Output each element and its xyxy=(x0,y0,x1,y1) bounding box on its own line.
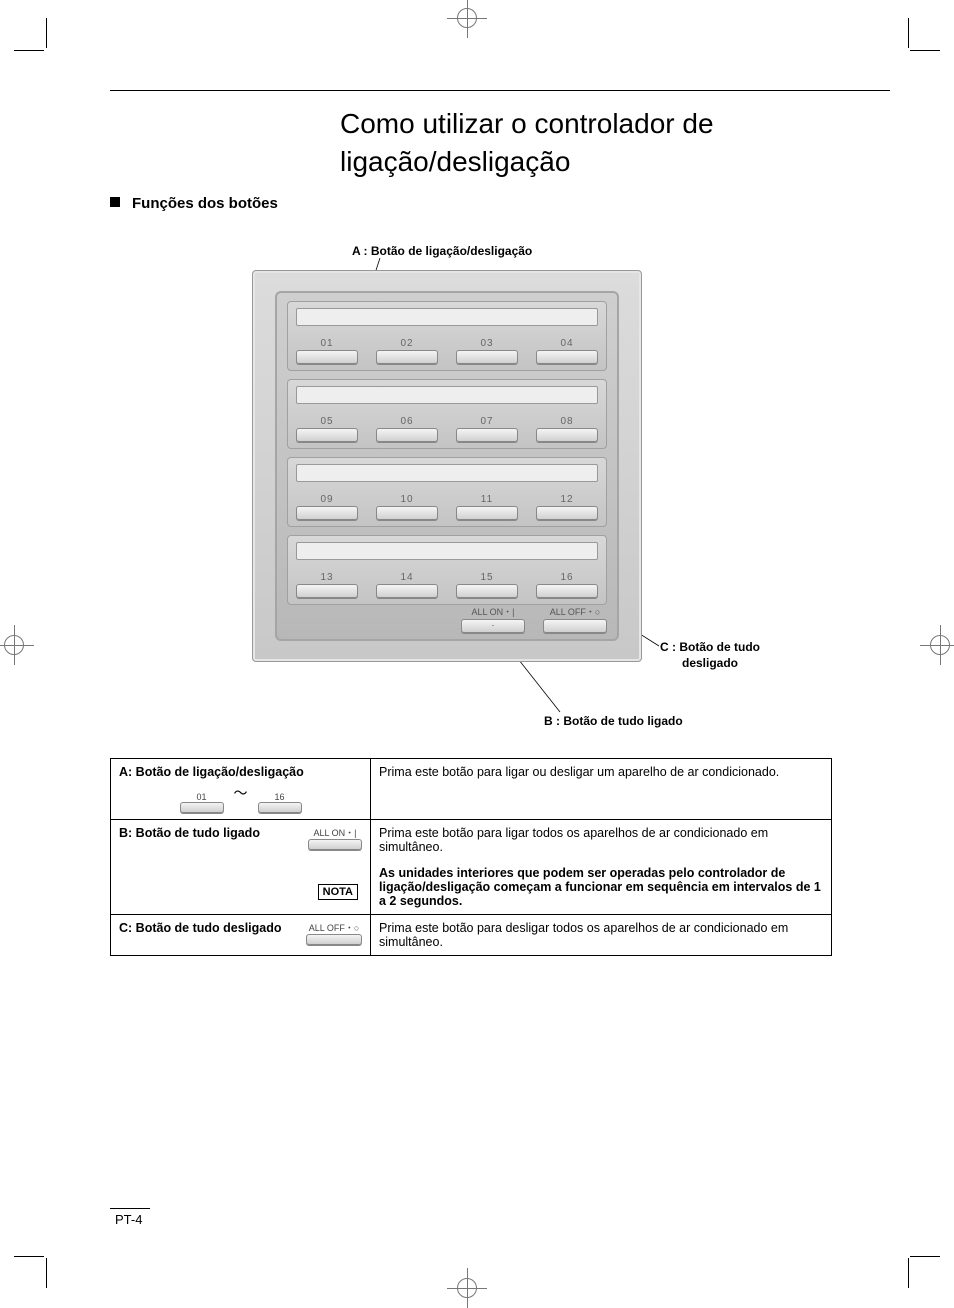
table-row-b: B: Botão de tudo ligado ALL ON・| NOTA Pr… xyxy=(111,819,831,914)
panel-group-3: 09 10 11 12 xyxy=(287,457,607,527)
row-c-desc: Prima este botão para desligar todos os … xyxy=(371,915,831,955)
all-on-label: ALL ON・| xyxy=(461,605,525,618)
zone-button-label: 07 xyxy=(456,416,518,427)
zone-button-01[interactable]: 01 xyxy=(296,338,358,364)
zone-button-05[interactable]: 05 xyxy=(296,416,358,442)
zone-button-label: 14 xyxy=(376,572,438,583)
zone-button-15[interactable]: 15 xyxy=(456,572,518,598)
zone-button-04[interactable]: 04 xyxy=(536,338,598,364)
zone-button-label: 05 xyxy=(296,416,358,427)
all-off-button[interactable]: ALL OFF・○ xyxy=(543,605,607,633)
mini-button-01: 01 xyxy=(180,792,224,813)
mini-button-label: 16 xyxy=(258,792,302,802)
zone-button-02[interactable]: 02 xyxy=(376,338,438,364)
title-line2: ligação/desligação xyxy=(340,146,570,177)
zone-button-label: 02 xyxy=(376,338,438,349)
bullet-square-icon xyxy=(110,197,120,207)
zone-button-16[interactable]: 16 xyxy=(536,572,598,598)
table-row-a: A: Botão de ligação/desligação 01 〜 16 P… xyxy=(111,759,831,819)
all-on-button[interactable]: ALL ON・| · xyxy=(461,605,525,633)
callout-a-label: A : Botão de ligação/desligação xyxy=(352,244,532,258)
mini-button-label: 01 xyxy=(180,792,224,802)
table-row-c: C: Botão de tudo desligado ALL OFF・○ Pri… xyxy=(111,914,831,955)
mini-button-16: 16 xyxy=(258,792,302,813)
row-c-label: C: Botão de tudo desligado xyxy=(119,921,282,935)
mini-button-all-on: ALL ON・| xyxy=(308,826,362,850)
page-rule xyxy=(110,90,890,91)
zone-button-13[interactable]: 13 xyxy=(296,572,358,598)
zone-button-label: 08 xyxy=(536,416,598,427)
zone-button-14[interactable]: 14 xyxy=(376,572,438,598)
led-on-icon: · xyxy=(492,622,495,630)
callout-c-line1: C : Botão de tudo xyxy=(660,640,760,654)
zone-button-07[interactable]: 07 xyxy=(456,416,518,442)
lcd-display xyxy=(296,542,598,560)
callout-b-label: B : Botão de tudo ligado xyxy=(544,714,683,728)
row-a-label: A: Botão de ligação/desligação xyxy=(119,765,362,779)
zone-button-11[interactable]: 11 xyxy=(456,494,518,520)
zone-button-09[interactable]: 09 xyxy=(296,494,358,520)
page-rule-footer xyxy=(110,1208,150,1209)
callout-c-label: C : Botão de tudo desligado xyxy=(660,640,760,671)
panel-group-4: 13 14 15 16 xyxy=(287,535,607,605)
function-table: A: Botão de ligação/desligação 01 〜 16 P… xyxy=(110,758,832,956)
zone-button-10[interactable]: 10 xyxy=(376,494,438,520)
zone-button-label: 16 xyxy=(536,572,598,583)
row-b-label: B: Botão de tudo ligado xyxy=(119,826,260,840)
callout-c-line2: desligado xyxy=(660,656,738,670)
controller-panel-inner: 01 02 03 04 05 06 07 08 09 10 11 12 xyxy=(275,291,619,641)
zone-button-label: 04 xyxy=(536,338,598,349)
zone-button-label: 15 xyxy=(456,572,518,583)
lcd-display xyxy=(296,308,598,326)
zone-button-03[interactable]: 03 xyxy=(456,338,518,364)
controller-panel: 01 02 03 04 05 06 07 08 09 10 11 12 xyxy=(252,270,642,662)
title-line1: Como utilizar o controlador de xyxy=(340,108,714,139)
zone-button-label: 10 xyxy=(376,494,438,505)
page-title: Como utilizar o controlador de ligação/d… xyxy=(340,105,714,181)
row-a-desc: Prima este botão para ligar ou desligar … xyxy=(371,759,831,819)
all-off-label: ALL OFF・○ xyxy=(543,605,607,618)
zone-button-06[interactable]: 06 xyxy=(376,416,438,442)
lcd-display xyxy=(296,386,598,404)
zone-button-label: 11 xyxy=(456,494,518,505)
zone-button-label: 03 xyxy=(456,338,518,349)
page-number: PT-4 xyxy=(115,1212,142,1227)
row-b-desc: Prima este botão para ligar todos os apa… xyxy=(379,826,823,854)
zone-button-label: 09 xyxy=(296,494,358,505)
lcd-display xyxy=(296,464,598,482)
section-heading-text: Funções dos botões xyxy=(132,195,278,212)
nota-badge: NOTA xyxy=(318,884,358,900)
zone-button-08[interactable]: 08 xyxy=(536,416,598,442)
zone-button-12[interactable]: 12 xyxy=(536,494,598,520)
zone-button-label: 13 xyxy=(296,572,358,583)
section-heading: Funções dos botões xyxy=(110,195,278,212)
mini-button-all-off: ALL OFF・○ xyxy=(306,921,362,945)
row-b-note: As unidades interiores que podem ser ope… xyxy=(379,866,821,908)
zone-button-label: 06 xyxy=(376,416,438,427)
mini-button-label: ALL OFF・○ xyxy=(306,921,362,934)
zone-button-label: 01 xyxy=(296,338,358,349)
zone-button-label: 12 xyxy=(536,494,598,505)
mini-button-label: ALL ON・| xyxy=(308,826,362,839)
tilde-icon: 〜 xyxy=(228,783,254,813)
panel-group-1: 01 02 03 04 xyxy=(287,301,607,371)
panel-group-2: 05 06 07 08 xyxy=(287,379,607,449)
